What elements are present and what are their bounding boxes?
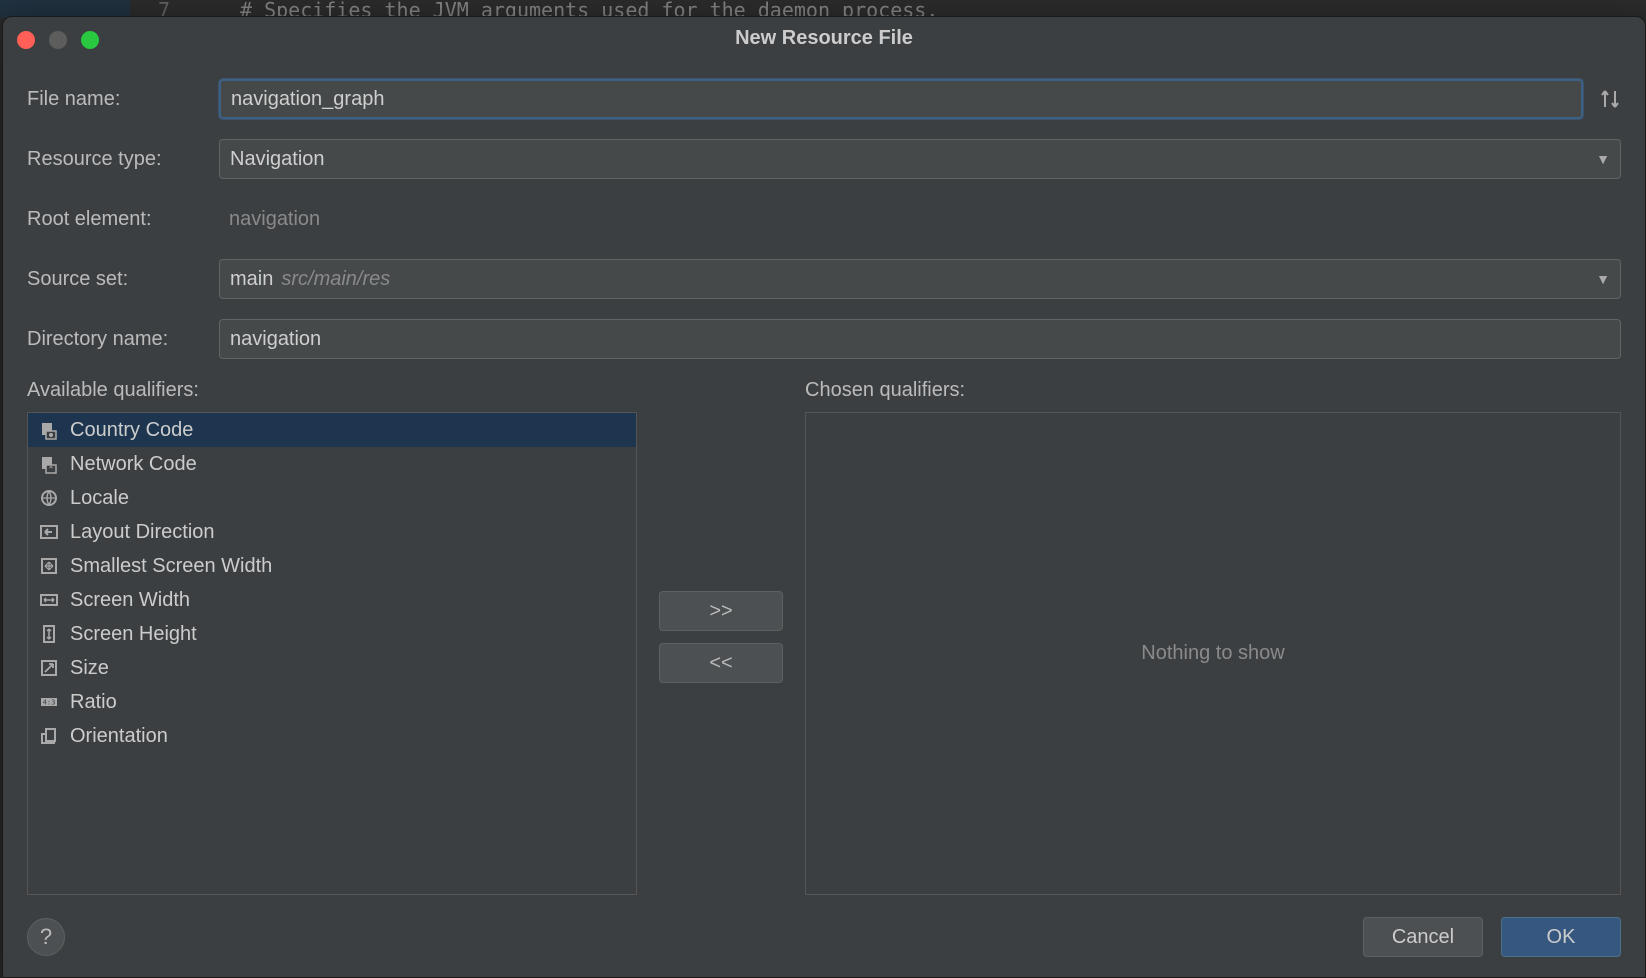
root-element-value: navigation	[219, 199, 1621, 239]
qualifier-item[interactable]: Orientation	[28, 719, 636, 753]
chosen-qualifiers-label: Chosen qualifiers:	[805, 379, 1621, 402]
ok-button[interactable]: OK	[1501, 917, 1621, 957]
directory-name-row: Directory name:	[27, 319, 1621, 359]
dialog-titlebar: New Resource File	[3, 17, 1645, 59]
minimize-icon[interactable]	[49, 31, 67, 49]
qualifier-item[interactable]: Screen Height	[28, 617, 636, 651]
resource-type-combo[interactable]: Navigation ▼	[219, 139, 1621, 179]
locale-icon	[38, 487, 60, 509]
size-icon	[38, 657, 60, 679]
ratio-icon: 4:3	[38, 691, 60, 713]
available-qualifiers-list[interactable]: Country Code Network Code Locale Layout Dir…	[27, 412, 637, 895]
source-set-hint: src/main/res	[281, 268, 390, 291]
qualifier-item-label: Layout Direction	[70, 521, 215, 544]
file-name-label: File name:	[27, 88, 219, 111]
qualifier-item[interactable]: Network Code	[28, 447, 636, 481]
chevron-down-icon: ▼	[1596, 271, 1610, 287]
resource-type-row: Resource type: Navigation ▼	[27, 139, 1621, 179]
country-code-icon	[38, 419, 60, 441]
chosen-empty-text: Nothing to show	[1141, 642, 1284, 665]
chosen-qualifiers-col: Chosen qualifiers: Nothing to show	[805, 379, 1621, 895]
orientation-icon	[38, 725, 60, 747]
smallest-width-icon	[38, 555, 60, 577]
qualifiers-section: Available qualifiers: Country Code Networ…	[27, 379, 1621, 895]
dialog-footer: ? Cancel OK	[3, 905, 1645, 977]
help-icon: ?	[40, 924, 52, 950]
qualifier-item-label: Screen Width	[70, 589, 190, 612]
directory-name-label: Directory name:	[27, 328, 219, 351]
file-name-input[interactable]	[219, 79, 1583, 119]
qualifier-item[interactable]: 4:3 Ratio	[28, 685, 636, 719]
qualifier-item-label: Locale	[70, 487, 129, 510]
qualifier-item[interactable]: Locale	[28, 481, 636, 515]
traffic-lights	[17, 31, 99, 49]
chevron-down-icon: ▼	[1596, 151, 1610, 167]
help-button[interactable]: ?	[27, 918, 65, 956]
dialog-title: New Resource File	[735, 27, 913, 50]
source-set-label: Source set:	[27, 268, 219, 291]
layout-direction-icon	[38, 521, 60, 543]
svg-text:4:3: 4:3	[43, 699, 56, 707]
close-icon[interactable]	[17, 31, 35, 49]
qualifier-item[interactable]: Screen Width	[28, 583, 636, 617]
swap-icon[interactable]	[1599, 87, 1621, 111]
available-qualifiers-col: Available qualifiers: Country Code Networ…	[27, 379, 637, 895]
screen-height-icon	[38, 623, 60, 645]
source-set-row: Source set: main src/main/res ▼	[27, 259, 1621, 299]
add-qualifier-button[interactable]: >>	[659, 591, 783, 631]
qualifier-item-label: Size	[70, 657, 109, 680]
qualifier-item-label: Orientation	[70, 725, 168, 748]
cancel-button[interactable]: Cancel	[1363, 917, 1483, 957]
qualifier-item[interactable]: Smallest Screen Width	[28, 549, 636, 583]
remove-qualifier-button[interactable]: <<	[659, 643, 783, 683]
network-code-icon	[38, 453, 60, 475]
maximize-icon[interactable]	[81, 31, 99, 49]
qualifier-item[interactable]: Layout Direction	[28, 515, 636, 549]
qualifier-item[interactable]: Size	[28, 651, 636, 685]
directory-name-input[interactable]	[219, 319, 1621, 359]
qualifier-item[interactable]: Country Code	[28, 413, 636, 447]
qualifier-item-label: Network Code	[70, 453, 197, 476]
screen-width-icon	[38, 589, 60, 611]
qualifier-item-label: Screen Height	[70, 623, 197, 646]
available-qualifiers-label: Available qualifiers:	[27, 379, 637, 402]
dialog-content: File name: Resource type: Navigation ▼	[3, 59, 1645, 905]
root-element-row: Root element: navigation	[27, 199, 1621, 239]
source-set-combo[interactable]: main src/main/res ▼	[219, 259, 1621, 299]
qualifier-item-label: Country Code	[70, 419, 193, 442]
chosen-qualifiers-list[interactable]: Nothing to show	[805, 412, 1621, 895]
source-set-value: main	[230, 268, 273, 291]
qualifier-transfer-buttons: >> <<	[651, 379, 791, 895]
root-element-label: Root element:	[27, 208, 219, 231]
resource-type-label: Resource type:	[27, 148, 219, 171]
qualifier-item-label: Smallest Screen Width	[70, 555, 272, 578]
resource-type-value: Navigation	[230, 148, 325, 171]
qualifier-item-label: Ratio	[70, 691, 117, 714]
file-name-row: File name:	[27, 79, 1621, 119]
new-resource-file-dialog: New Resource File File name: Resource ty…	[2, 16, 1646, 978]
